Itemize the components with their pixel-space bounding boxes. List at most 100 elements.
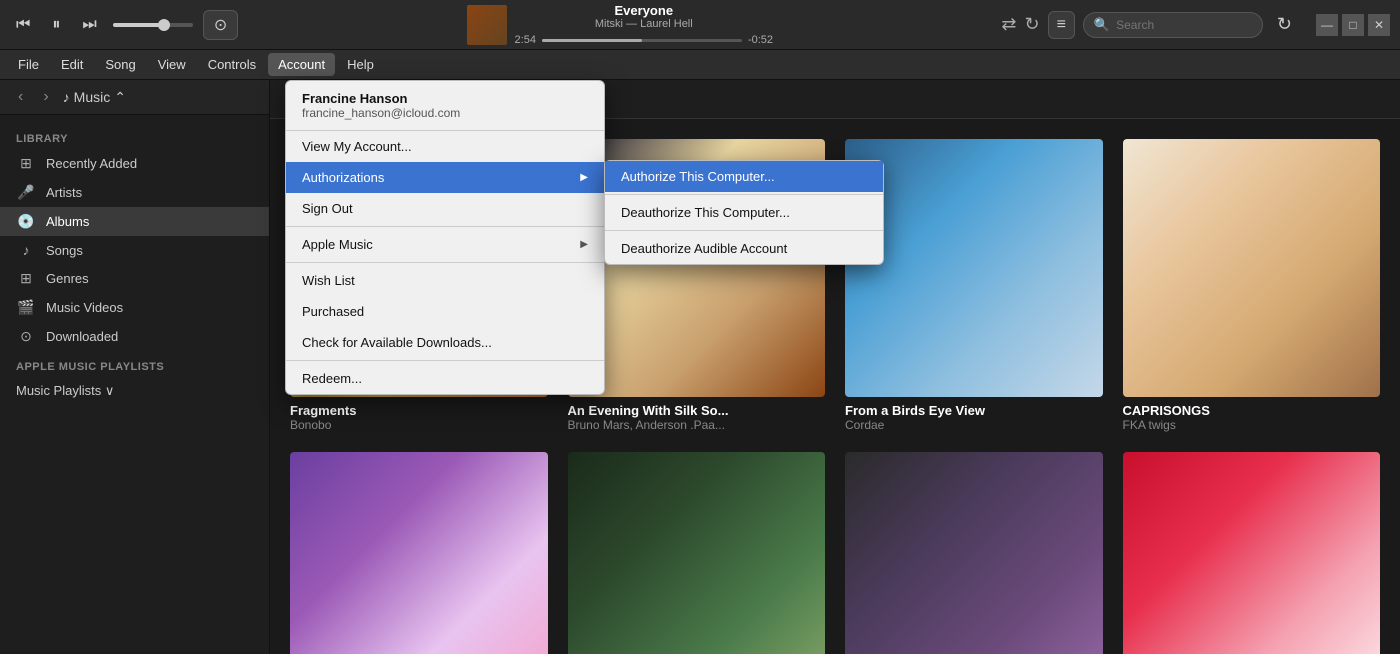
album-title-fragments: Fragments [290, 403, 548, 418]
rewind-button[interactable]: ⏮ [10, 12, 36, 38]
queue-button[interactable]: ≡ [1048, 11, 1075, 39]
menu-item-file[interactable]: File [8, 53, 49, 76]
deauthorize-audible-label: Deauthorize Audible Account [621, 241, 787, 256]
volume-slider[interactable] [113, 23, 193, 27]
title-bar: ⏮ ⏸ ⏭ ⊙ Everyone Mitski — Laurel Hell 2:… [0, 0, 1400, 50]
window-controls: — □ ✕ [1316, 14, 1390, 36]
fastforward-button[interactable]: ⏭ [76, 12, 102, 38]
music-videos-icon: 🎬 [16, 299, 36, 316]
dropdown-user-name: Francine Hanson [302, 91, 588, 106]
album-title-birds: From a Birds Eye View [845, 403, 1103, 418]
album-artist-fragments: Bonobo [290, 418, 548, 432]
back-button[interactable]: ‹ [12, 86, 29, 108]
sidebar-item-albums[interactable]: 💿 Albums [0, 207, 269, 236]
menu-item-help[interactable]: Help [337, 53, 384, 76]
recently-added-icon: ⊞ [16, 155, 36, 172]
wish-list-label: Wish List [302, 273, 355, 288]
close-button[interactable]: ✕ [1368, 14, 1390, 36]
check-downloads-label: Check for Available Downloads... [302, 335, 492, 350]
sidebar-item-recently-added[interactable]: ⊞ Recently Added [0, 149, 269, 178]
albums-icon: 💿 [16, 213, 36, 230]
search-input[interactable] [1116, 18, 1246, 32]
time-remaining: -0:52 [748, 34, 773, 46]
album-title-caprisongs: CAPRISONGS [1123, 403, 1381, 418]
maximize-button[interactable]: □ [1342, 14, 1364, 36]
airplay-icon: ⊙ [214, 17, 227, 34]
songs-icon: ♪ [16, 242, 36, 258]
shuffle-button[interactable]: ⇄ [1001, 14, 1016, 35]
submenu-authorize-computer[interactable]: Authorize This Computer... [605, 161, 883, 192]
redeem-label: Redeem... [302, 371, 362, 386]
album-card-laurel[interactable]: Laurel Hell Mitski [1123, 452, 1381, 654]
sidebar-item-downloaded[interactable]: ⊙ Downloaded [0, 322, 269, 351]
view-account-label: View My Account... [302, 139, 412, 154]
sidebar-item-songs[interactable]: ♪ Songs [0, 236, 269, 264]
dropdown-divider-3 [286, 360, 604, 361]
menu-bar: FileEditSongViewControlsAccountHelp [0, 50, 1400, 80]
dropdown-divider-1 [286, 226, 604, 227]
now-playing-thumbnail [467, 5, 507, 45]
menu-item-authorizations[interactable]: Authorizations ▶ Authorize This Computer… [286, 162, 604, 193]
track-artist: Mitski — Laurel Hell [515, 18, 774, 30]
sidebar-label-artists: Artists [46, 185, 82, 200]
sign-out-label: Sign Out [302, 201, 353, 216]
album-art-laurel [1123, 452, 1381, 654]
authorizations-label: Authorizations [302, 170, 384, 185]
sidebar-label-songs: Songs [46, 243, 83, 258]
forward-button[interactable]: › [37, 86, 54, 108]
section-label: Music [74, 89, 111, 105]
sidebar-item-music-playlists[interactable]: Music Playlists ∨ [0, 377, 269, 405]
sidebar-label-albums: Albums [46, 214, 89, 229]
authorize-computer-label: Authorize This Computer... [621, 169, 775, 184]
menu-item-song[interactable]: Song [95, 53, 145, 76]
album-card-humble[interactable]: Humble Quest Maren Morris [845, 452, 1103, 654]
chevron-down-icon: ⌃ [114, 89, 126, 106]
section-icon: ♪ [63, 89, 70, 105]
album-card-dark[interactable]: Dark Album Unknown [568, 452, 826, 654]
dropdown-user-info: Francine Hanson francine_hanson@icloud.c… [286, 81, 604, 131]
minimize-button[interactable]: — [1316, 14, 1338, 36]
pause-button[interactable]: ⏸ [46, 12, 66, 38]
menu-item-sign-out[interactable]: Sign Out [286, 193, 604, 224]
track-details: Everyone Mitski — Laurel Hell 2:54 -0:52 [515, 3, 774, 46]
menu-item-wish-list[interactable]: Wish List [286, 265, 604, 296]
menu-item-view[interactable]: View [148, 53, 196, 76]
submenu-deauthorize-computer[interactable]: Deauthorize This Computer... [605, 197, 883, 228]
album-artist-caprisongs: FKA twigs [1123, 418, 1381, 432]
progress-wrap: 2:54 -0:52 [515, 34, 774, 46]
section-selector[interactable]: ♪ Music ⌃ [63, 89, 126, 106]
menu-item-purchased[interactable]: Purchased [286, 296, 604, 327]
genres-icon: ⊞ [16, 270, 36, 287]
time-elapsed: 2:54 [515, 34, 536, 46]
menu-item-account[interactable]: Account [268, 53, 335, 76]
menu-item-redeem[interactable]: Redeem... [286, 363, 604, 394]
volume-thumb [158, 19, 170, 31]
album-card-caprisongs[interactable]: CAPRISONGS FKA twigs [1123, 139, 1381, 432]
menu-item-apple-music[interactable]: Apple Music ▶ [286, 229, 604, 260]
sidebar-item-music-videos[interactable]: 🎬 Music Videos [0, 293, 269, 322]
album-art-caprisongs [1123, 139, 1381, 397]
sidebar-item-genres[interactable]: ⊞ Genres [0, 264, 269, 293]
menu-item-view-account[interactable]: View My Account... [286, 131, 604, 162]
track-info-block: Everyone Mitski — Laurel Hell 2:54 -0:52 [515, 3, 774, 46]
album-title-silk: An Evening With Silk So... [568, 403, 826, 418]
authorizations-arrow: ▶ [580, 172, 588, 183]
repeat-button[interactable]: ↻ [1024, 14, 1039, 35]
menu-item-edit[interactable]: Edit [51, 53, 93, 76]
sidebar-label-genres: Genres [46, 271, 89, 286]
sidebar-item-artists[interactable]: 🎤 Artists [0, 178, 269, 207]
refresh-button[interactable]: ↻ [1271, 10, 1298, 39]
sidebar: ‹ › ♪ Music ⌃ Library ⊞ Recently Added 🎤… [0, 80, 270, 654]
airplay-button[interactable]: ⊙ [203, 10, 238, 40]
submenu-deauthorize-audible[interactable]: Deauthorize Audible Account [605, 233, 883, 264]
sidebar-label-recently-added: Recently Added [46, 156, 137, 171]
search-icon: 🔍 [1094, 17, 1110, 33]
progress-fill [542, 39, 642, 42]
account-dropdown-menu: Francine Hanson francine_hanson@icloud.c… [285, 80, 605, 395]
album-card-jay[interactable]: De Mi Para Ti Jay Wheeler [290, 452, 548, 654]
menu-item-controls[interactable]: Controls [198, 53, 266, 76]
track-title: Everyone [515, 3, 774, 18]
progress-bar[interactable] [542, 39, 742, 42]
sidebar-label-music-playlists: Music Playlists ∨ [16, 383, 114, 399]
menu-item-check-downloads[interactable]: Check for Available Downloads... [286, 327, 604, 358]
